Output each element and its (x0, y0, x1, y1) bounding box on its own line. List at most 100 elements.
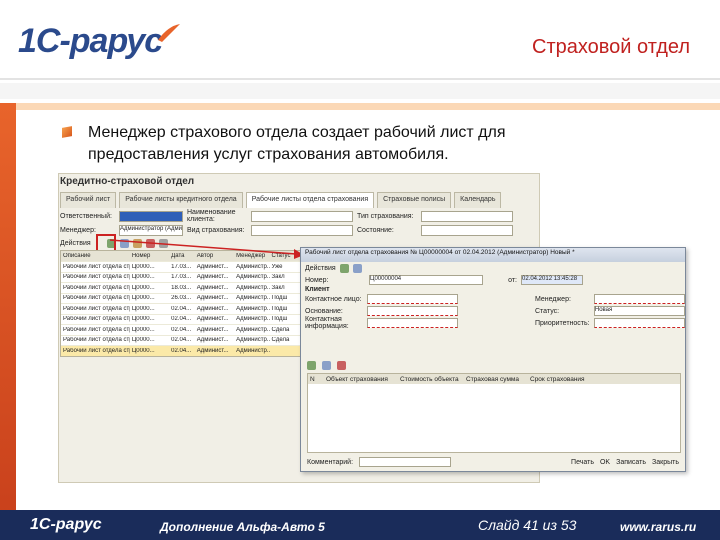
table-cell: Ц0000... (131, 263, 155, 270)
table-cell: Ц0000... (131, 284, 155, 291)
table-cell: Администр... (236, 295, 270, 302)
comment-label: Комментарий: (307, 458, 354, 466)
client-section-label: Клиент (305, 286, 330, 293)
priority-field[interactable] (593, 318, 685, 328)
table-cell: Администр... (236, 263, 270, 270)
table-cell: Подш (271, 295, 288, 302)
delete-row-icon[interactable] (337, 361, 346, 370)
footer-url[interactable]: www.rarus.ru (620, 520, 696, 534)
pointer-arrow (109, 239, 304, 259)
form-row: Контактное лицо: Менеджер: (301, 293, 685, 305)
tab-insurance-sheets[interactable]: Рабочие листы отдела страхования (245, 192, 375, 208)
table-cell: Рабочий лист отдела страх... (63, 295, 130, 302)
table-row[interactable]: Рабочий лист отдела страх...Ц0000... 02.0… (61, 345, 301, 356)
footer-document-name: Дополнение Альфа-Авто 5 (160, 520, 325, 534)
slide-title: Страховой отдел (532, 36, 690, 58)
tab-credit-sheets[interactable]: Рабочие листы кредитного отдела (119, 192, 243, 208)
contact-person-field[interactable] (367, 294, 459, 304)
save-icon[interactable] (339, 263, 349, 273)
responsible-field[interactable] (119, 210, 183, 222)
column-header[interactable]: N (308, 376, 324, 383)
table-row[interactable]: Рабочий лист отдела страх...Ц0000... 02.0… (61, 313, 301, 325)
refresh-icon[interactable] (352, 263, 362, 273)
form-row: Контактная информация: Приоритетность: (301, 316, 685, 330)
field-label: Контактная информация: (305, 316, 349, 330)
rarus-logo: 1С-рарус (18, 22, 182, 61)
insurance-type-field[interactable] (421, 210, 513, 222)
basis-field[interactable] (367, 306, 459, 316)
table-header: N Объект страхования Стоимость объекта С… (308, 374, 680, 384)
table-row[interactable]: Рабочий лист отдела страх...Ц0000... 26.0… (61, 292, 301, 304)
column-header[interactable]: Объект страхования (324, 376, 398, 383)
write-button[interactable]: Записать (616, 459, 646, 466)
table-cell: Сдела (271, 337, 290, 344)
table-cell: Администр... (236, 326, 270, 333)
manager-field[interactable] (593, 294, 685, 304)
table-row[interactable]: Рабочий лист отдела страх...Ц0000... 02.0… (61, 303, 301, 314)
copy-row-icon[interactable] (322, 361, 331, 370)
tab-policies[interactable]: Страховые полисы (377, 192, 452, 208)
contact-info-field[interactable] (367, 318, 459, 328)
table-row[interactable]: Рабочий лист отдела страх...Ц0000... 02.0… (61, 334, 301, 346)
state-field[interactable] (421, 224, 513, 236)
field-label: Менеджер: (535, 295, 571, 303)
footer-slide-counter: Слайд 41 из 53 (478, 517, 577, 533)
client-name-field[interactable] (251, 210, 353, 222)
number-field[interactable]: Ц00000004 (369, 275, 483, 285)
table-cell: 26.03... (171, 295, 192, 302)
table-cell: 02.04... (171, 326, 192, 333)
table-cell: Рабочий лист отдела страх... (63, 305, 130, 312)
bullet-icon (62, 126, 72, 138)
table-cell: Рабочий лист отдела страх... (63, 316, 130, 323)
table-cell: 02.04... (171, 305, 192, 312)
table-cell: Админист... (196, 263, 229, 270)
table-cell: 02.04... (171, 316, 192, 323)
date-field[interactable]: 02.04.2012 13:45:28 (521, 275, 583, 285)
app-window-title: Кредитно-страховой отдел (60, 176, 195, 187)
table-cell: Ц0000... (131, 274, 155, 281)
table-cell: Администр... (236, 347, 270, 354)
table-cell: Администр... (236, 274, 270, 281)
table-cell: 18.03... (171, 284, 192, 291)
table-cell: Ц0000... (131, 295, 155, 302)
table-cell: Уже (271, 263, 283, 270)
table-row[interactable]: Рабочий лист отдела страх...Ц0000... 18.0… (61, 282, 301, 293)
tab-work-sheet[interactable]: Рабочий лист (60, 192, 117, 208)
accent-top-bar (16, 103, 720, 110)
column-header[interactable]: Срок страхования (528, 376, 600, 383)
add-row-icon[interactable] (307, 361, 316, 370)
worksheet-grid: Описание Номер Дата Автор Менеджер Стату… (60, 250, 302, 357)
header-divider (0, 78, 720, 80)
table-cell: Админист... (196, 295, 229, 302)
insurance-objects-table: N Объект страхования Стоимость объекта С… (307, 373, 681, 453)
table-row[interactable]: Рабочий лист отдела страх...Ц0000... 17.0… (61, 261, 301, 272)
grid-body: Рабочий лист отдела страх...Ц0000...17.0… (61, 261, 301, 356)
form-footer: Комментарий: Печать OK Записать Закрыть (307, 456, 679, 468)
table-cell: Закл (271, 274, 285, 281)
table-cell: Рабочий лист отдела страх... (63, 347, 130, 354)
form-actions-menu[interactable]: Действия (305, 265, 336, 272)
column-header[interactable]: Страховая сумма (464, 376, 528, 383)
field-label: Основание: (305, 307, 343, 315)
footer-bar (0, 510, 720, 540)
comment-field[interactable] (359, 457, 452, 467)
status-field[interactable]: Новая (593, 306, 685, 316)
table-row[interactable]: Рабочий лист отдела страх...Ц0000... 02.0… (61, 324, 301, 335)
filter-label: Состояние: (357, 226, 394, 234)
date-label: от: (508, 276, 517, 284)
ok-button[interactable]: OK (600, 459, 610, 466)
print-button[interactable]: Печать (571, 459, 594, 466)
logo-swoosh-icon (158, 23, 181, 42)
close-button[interactable]: Закрыть (652, 459, 679, 466)
actions-menu[interactable]: Действия (60, 240, 91, 247)
table-cell: Ц0000... (131, 347, 155, 354)
app-tabs: Рабочий лист Рабочие листы кредитного от… (60, 192, 502, 208)
tab-calendar[interactable]: Календарь (454, 192, 502, 208)
table-cell: Рабочий лист отдела страх... (63, 284, 130, 291)
logo-text: 1С-рарус (18, 22, 163, 60)
table-row[interactable]: Рабочий лист отдела страх...Ц0000... 17.0… (61, 271, 301, 283)
table-cell: 17.03... (171, 274, 192, 281)
footer-logo: 1С-рарус (30, 516, 102, 533)
filter-label: Менеджер: (60, 226, 96, 234)
column-header[interactable]: Стоимость объекта (398, 376, 464, 383)
